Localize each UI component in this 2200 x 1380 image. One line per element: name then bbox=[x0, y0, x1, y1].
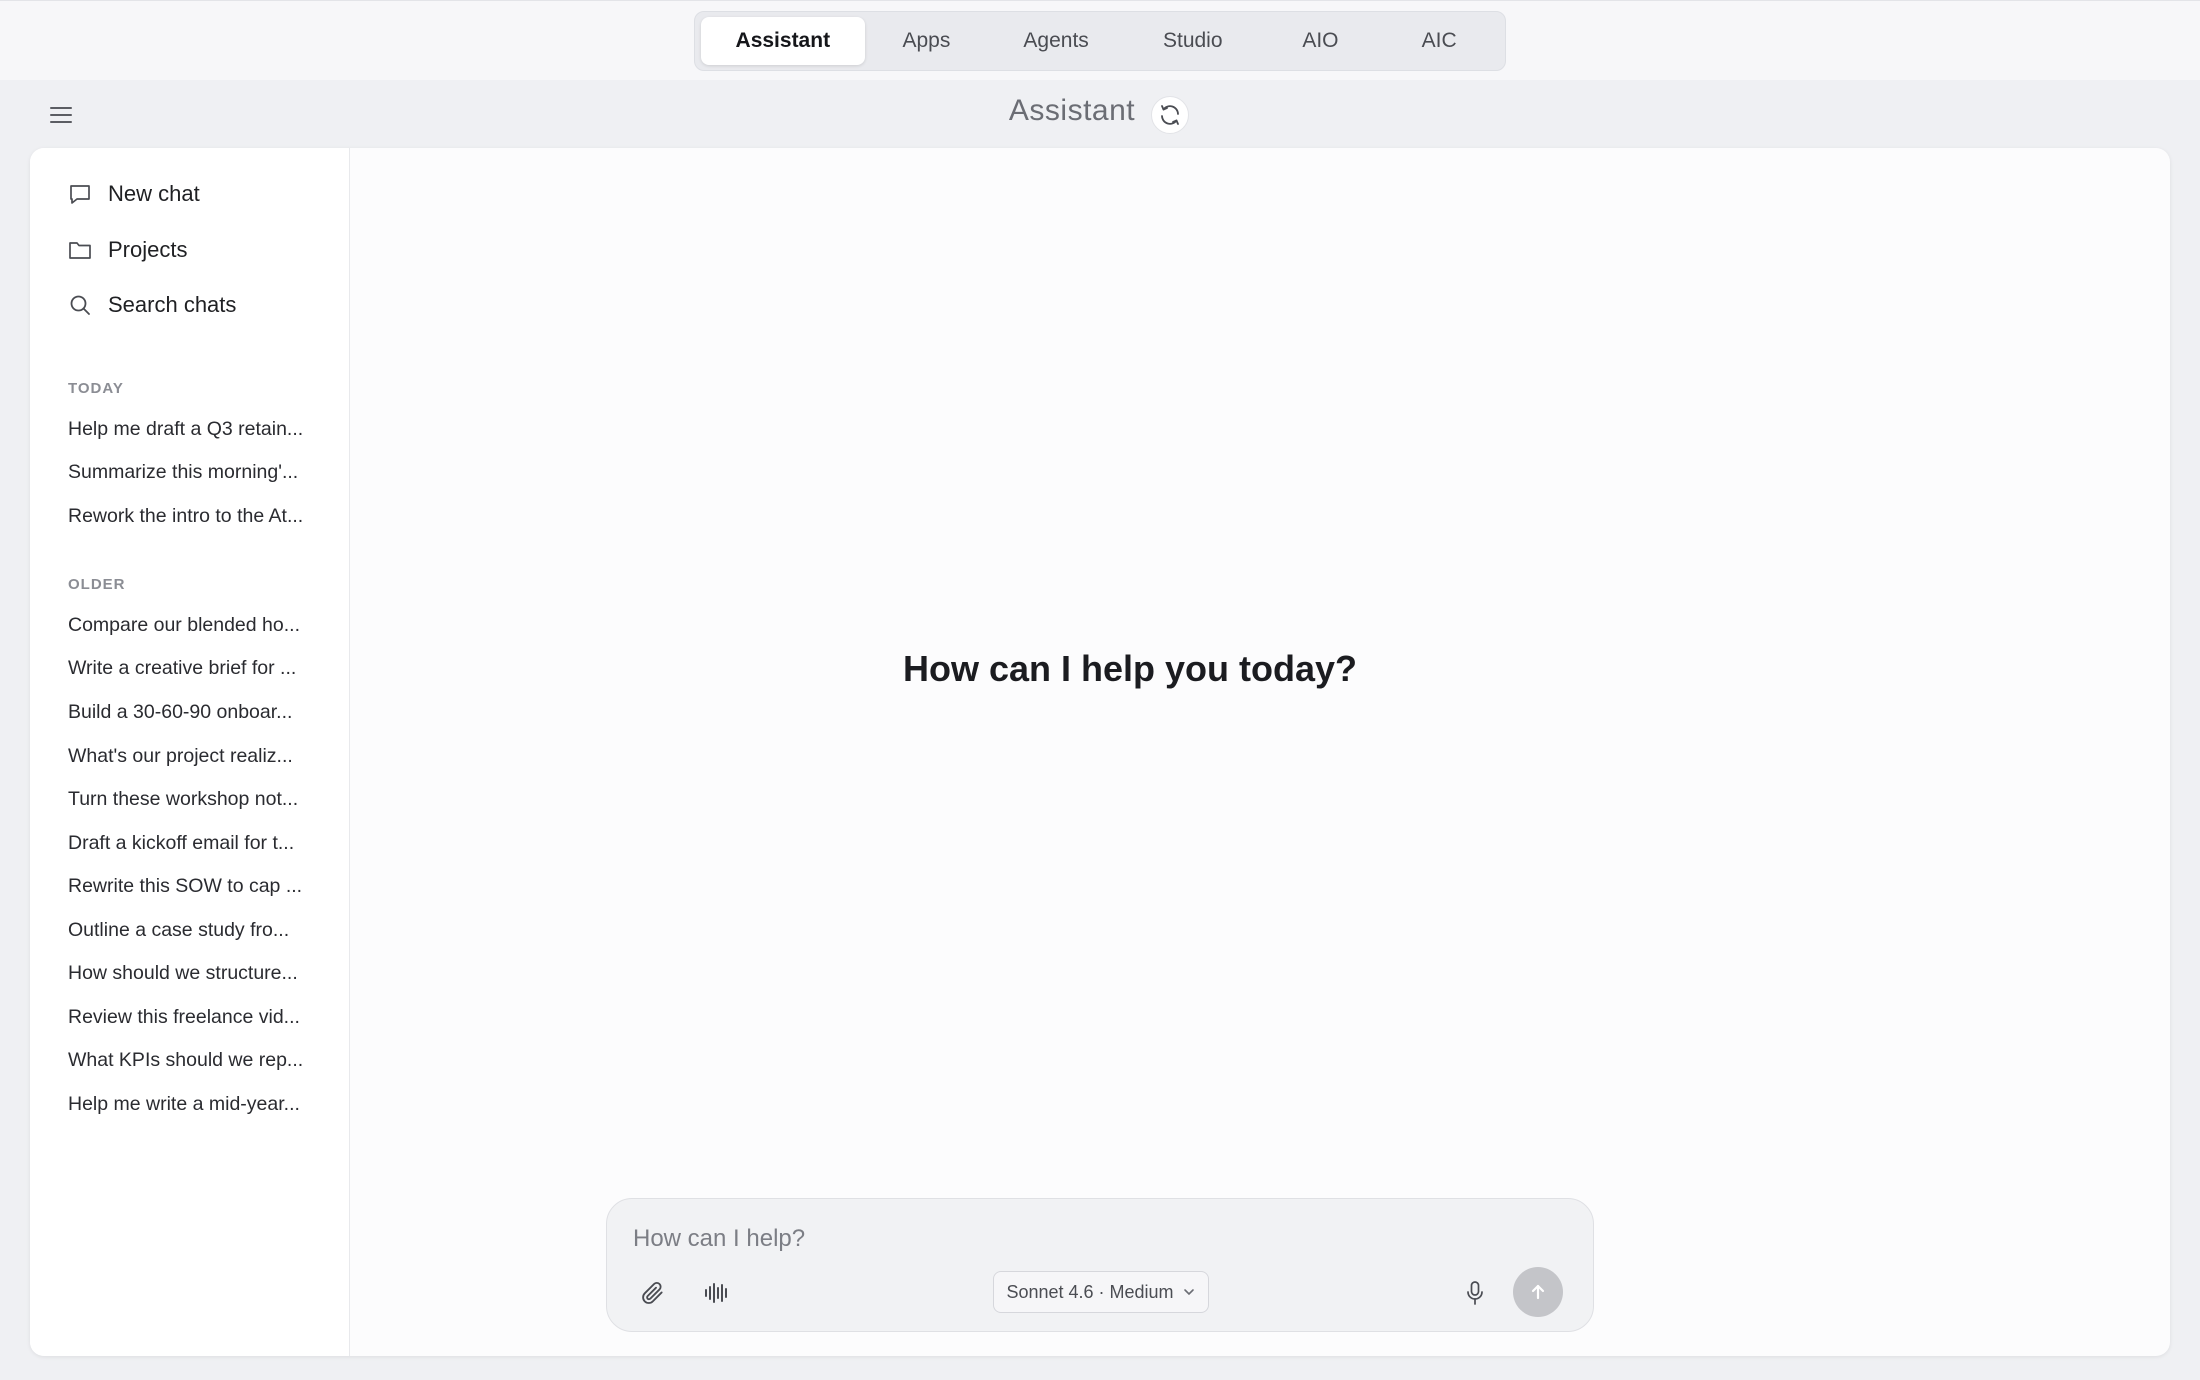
chat-history-item[interactable]: What KPIs should we rep... bbox=[68, 1045, 338, 1075]
welcome-heading: How can I help you today? bbox=[902, 648, 1358, 689]
search-icon bbox=[66, 291, 94, 319]
main-panel: New chat Projects Search chats TODAY Hel… bbox=[30, 148, 2170, 1356]
microphone-icon bbox=[1467, 1281, 1483, 1305]
chat-history-item[interactable]: Draft a kickoff email for t... bbox=[68, 828, 338, 858]
send-button[interactable] bbox=[1513, 1267, 1563, 1317]
new-chat-button[interactable]: New chat bbox=[66, 174, 200, 214]
chat-history-item[interactable]: Write a creative brief for ... bbox=[68, 653, 338, 683]
chat-history-item[interactable]: How should we structure... bbox=[68, 958, 338, 988]
waveform-icon bbox=[705, 1283, 727, 1303]
tab-aio[interactable]: AIO bbox=[1262, 17, 1380, 65]
sidebar: New chat Projects Search chats TODAY Hel… bbox=[30, 148, 350, 1356]
send-arrow-icon bbox=[1531, 1284, 1545, 1300]
chat-history-item[interactable]: Compare our blended ho... bbox=[68, 610, 338, 640]
message-input[interactable] bbox=[633, 1221, 1533, 1257]
search-chats-label: Search chats bbox=[108, 292, 237, 317]
projects-label: Projects bbox=[108, 237, 188, 262]
chat-history-item[interactable]: Help me write a mid-year... bbox=[68, 1089, 338, 1119]
tab-agents[interactable]: Agents bbox=[988, 17, 1124, 65]
top-nav-bar: Assistant Apps Agents Studio AIO AIC bbox=[0, 0, 2200, 80]
voice-mode-button[interactable] bbox=[697, 1273, 737, 1313]
microphone-button[interactable] bbox=[1455, 1273, 1495, 1313]
paperclip-icon bbox=[642, 1281, 663, 1304]
page-title: Assistant bbox=[0, 94, 2200, 128]
chevron-down-icon bbox=[1183, 1289, 1194, 1296]
chat-history-item[interactable]: What's our project realiz... bbox=[68, 741, 338, 771]
chat-history-item[interactable]: Summarize this morning'... bbox=[68, 457, 338, 487]
tab-apps[interactable]: Apps bbox=[865, 17, 989, 65]
section-label-older: OLDER bbox=[68, 576, 126, 593]
page-title-text: Assistant bbox=[1008, 94, 1136, 127]
refresh-icon bbox=[1161, 105, 1179, 125]
new-chat-label: New chat bbox=[108, 181, 200, 206]
tab-assistant[interactable]: Assistant bbox=[701, 17, 865, 65]
chat-history-item[interactable]: Rewrite this SOW to cap ... bbox=[68, 871, 338, 901]
chat-history-item[interactable]: Help me draft a Q3 retain... bbox=[68, 414, 338, 444]
chat-history-item[interactable]: Review this freelance vid... bbox=[68, 1002, 338, 1032]
chat-history-item[interactable]: Rework the intro to the At... bbox=[68, 501, 338, 531]
tab-aic[interactable]: AIC bbox=[1379, 17, 1499, 65]
model-selector[interactable]: Sonnet 4.6 · Medium bbox=[993, 1271, 1209, 1313]
chat-history-item[interactable]: Turn these workshop not... bbox=[68, 784, 338, 814]
search-chats-button[interactable]: Search chats bbox=[66, 285, 236, 325]
hamburger-menu-icon[interactable] bbox=[46, 100, 76, 130]
product-tabs: Assistant Apps Agents Studio AIO AIC bbox=[694, 11, 1506, 71]
tab-studio[interactable]: Studio bbox=[1124, 17, 1262, 65]
chat-history-item[interactable]: Outline a case study fro... bbox=[68, 915, 338, 945]
chat-history-item[interactable]: Build a 30-60-90 onboar... bbox=[68, 697, 338, 727]
refresh-button[interactable] bbox=[1151, 96, 1189, 134]
section-label-today: TODAY bbox=[68, 380, 124, 397]
message-composer: Sonnet 4.6 · Medium bbox=[606, 1198, 1594, 1332]
chat-bubble-icon bbox=[66, 180, 94, 208]
folder-icon bbox=[66, 236, 94, 264]
model-selector-label: Sonnet 4.6 · Medium bbox=[1006, 1281, 1174, 1302]
attach-button[interactable] bbox=[633, 1273, 673, 1313]
projects-button[interactable]: Projects bbox=[66, 230, 187, 270]
